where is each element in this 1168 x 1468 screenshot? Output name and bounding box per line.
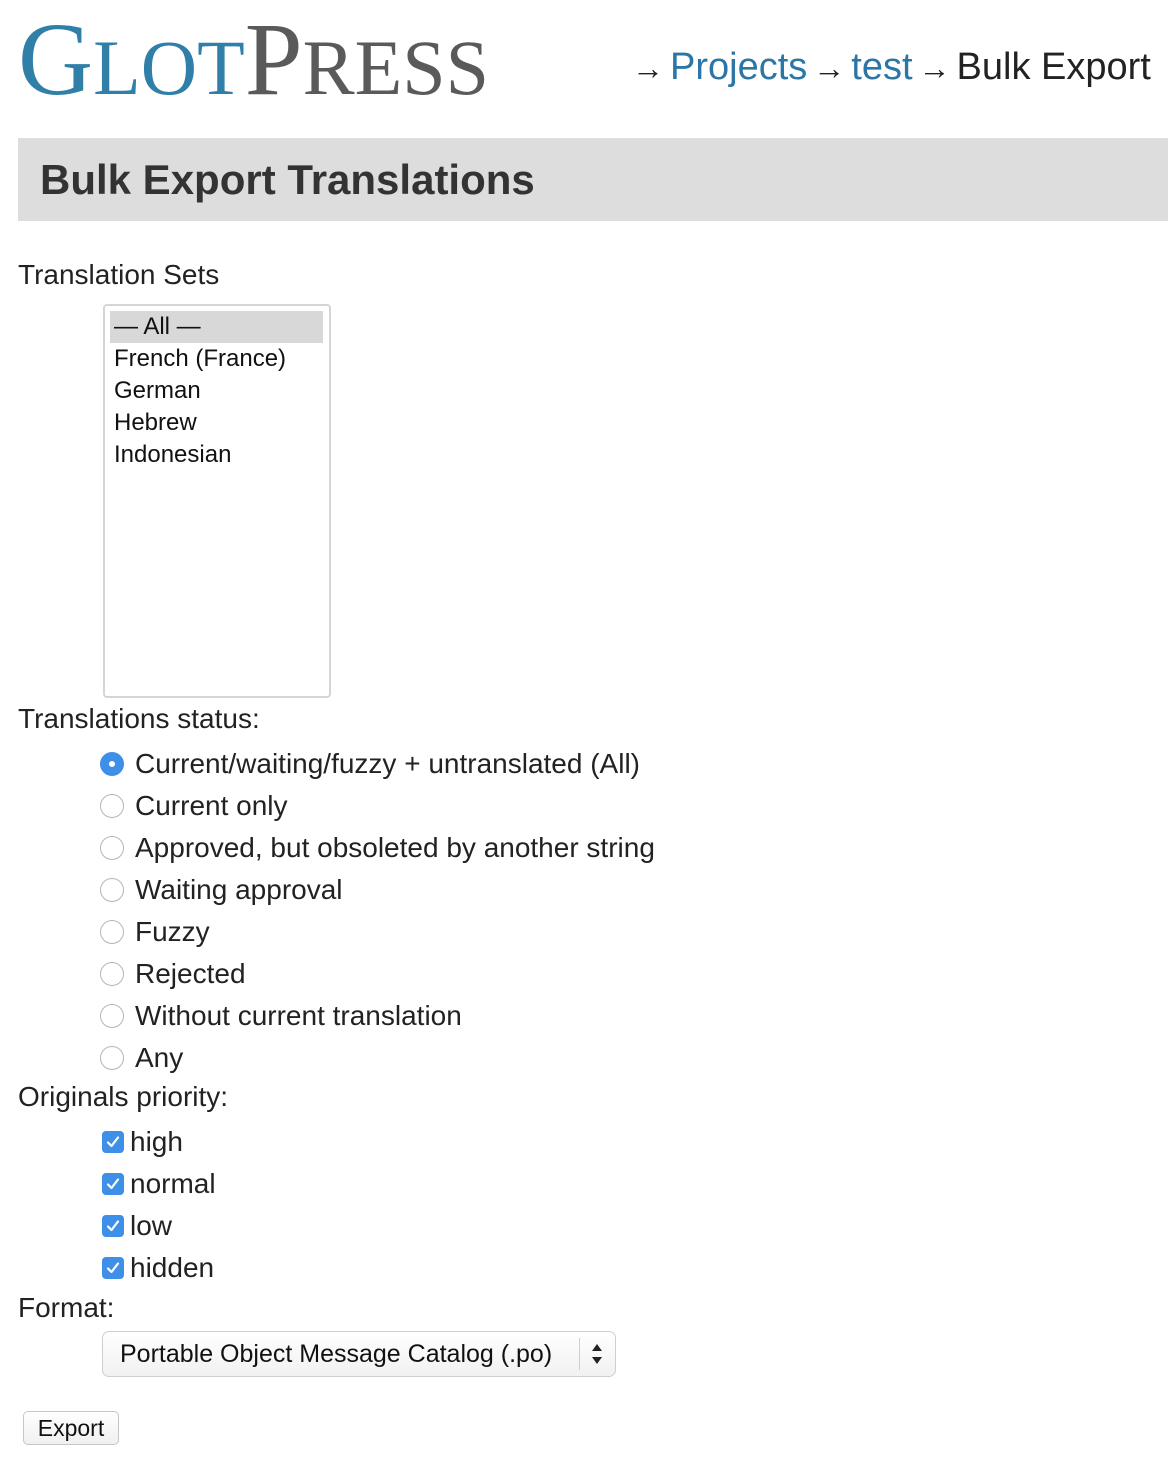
radio-button[interactable] — [100, 962, 124, 986]
translation-set-option-indonesian[interactable]: Indonesian — [110, 439, 323, 471]
radio-button[interactable] — [100, 794, 124, 818]
checkmark-icon — [106, 1136, 120, 1148]
breadcrumb-current: Bulk Export — [956, 46, 1151, 88]
glotpress-logo[interactable]: G LOT P RESS — [18, 2, 489, 117]
page-title: Bulk Export Translations — [40, 156, 535, 203]
status-option-label: Fuzzy — [135, 916, 210, 947]
priority-option-label: hidden — [130, 1252, 215, 1283]
status-option-rejected[interactable]: Rejected — [100, 956, 246, 992]
radio-button-selected[interactable] — [100, 752, 124, 776]
export-button[interactable]: Export — [23, 1411, 119, 1445]
format-select-value: Portable Object Message Catalog (.po) — [120, 1340, 553, 1368]
status-option-label: Without current translation — [135, 1000, 462, 1031]
checkmark-icon — [106, 1178, 120, 1190]
originals-priority-label: Originals priority: — [18, 1081, 229, 1112]
checkbox-checked[interactable] — [102, 1173, 124, 1195]
breadcrumb-projects-link[interactable]: Projects — [670, 46, 807, 88]
status-option-label: Current/waiting/fuzzy + untranslated (Al… — [135, 748, 640, 779]
breadcrumb-separator: → — [632, 50, 664, 86]
checkbox-checked[interactable] — [102, 1257, 124, 1279]
logo-letters-lot: LOT — [93, 24, 245, 111]
translation-set-option-german[interactable]: German — [110, 375, 323, 407]
checkbox-checked[interactable] — [102, 1131, 124, 1153]
translation-set-option-hebrew[interactable]: Hebrew — [110, 407, 323, 439]
translation-sets-listbox[interactable]: — All — French (France) German Hebrew In… — [103, 304, 331, 698]
checkmark-icon — [106, 1220, 120, 1232]
page-title-bar: Bulk Export Translations — [18, 138, 1168, 221]
logo-letter-p: P — [244, 2, 303, 117]
translation-set-option-french[interactable]: French (France) — [110, 343, 323, 375]
radio-button[interactable] — [100, 878, 124, 902]
status-option-label: Any — [135, 1042, 184, 1073]
status-option-current[interactable]: Current only — [100, 788, 288, 824]
status-option-untranslated[interactable]: Without current translation — [100, 998, 462, 1034]
radio-button[interactable] — [100, 836, 124, 860]
select-updown-arrows-icon — [592, 1344, 602, 1364]
status-option-label: Approved, but obsoleted by another strin… — [135, 832, 655, 863]
checkbox-checked[interactable] — [102, 1215, 124, 1237]
format-label: Format: — [18, 1292, 115, 1323]
status-option-label: Waiting approval — [135, 874, 343, 905]
priority-option-label: normal — [130, 1168, 216, 1199]
priority-option-normal[interactable]: normal — [102, 1166, 216, 1202]
logo-letters-ress: RESS — [302, 24, 490, 111]
format-select[interactable]: Portable Object Message Catalog (.po) — [102, 1331, 616, 1377]
status-option-label: Rejected — [135, 958, 246, 989]
priority-option-high[interactable]: high — [102, 1124, 183, 1160]
header: G LOT P RESS → Projects → test → Bulk Export — [18, 2, 1151, 117]
radio-button[interactable] — [100, 1004, 124, 1028]
radio-button[interactable] — [100, 1046, 124, 1070]
logo-letter-g: G — [18, 2, 94, 117]
select-divider — [579, 1338, 580, 1370]
priority-option-hidden[interactable]: hidden — [102, 1250, 214, 1286]
status-option-label: Current only — [135, 790, 288, 821]
checkmark-icon — [106, 1262, 120, 1274]
breadcrumb-separator: → — [918, 50, 951, 86]
breadcrumb-separator: → — [813, 50, 846, 86]
breadcrumb-test-link[interactable]: test — [851, 46, 912, 88]
priority-option-label: low — [130, 1210, 173, 1241]
translation-set-option-all[interactable]: — All — — [110, 311, 323, 343]
radio-button[interactable] — [100, 920, 124, 944]
status-option-waiting[interactable]: Waiting approval — [100, 872, 343, 908]
priority-option-low[interactable]: low — [102, 1208, 172, 1244]
status-option-all[interactable]: Current/waiting/fuzzy + untranslated (Al… — [100, 746, 640, 782]
status-option-fuzzy[interactable]: Fuzzy — [100, 914, 210, 950]
translations-status-label: Translations status: — [18, 703, 260, 734]
status-option-old[interactable]: Approved, but obsoleted by another strin… — [100, 830, 655, 866]
priority-option-label: high — [130, 1126, 183, 1157]
translation-sets-label: Translation Sets — [18, 259, 220, 290]
status-option-any[interactable]: Any — [100, 1040, 183, 1076]
breadcrumb: → Projects → test → Bulk Export — [626, 46, 1151, 89]
